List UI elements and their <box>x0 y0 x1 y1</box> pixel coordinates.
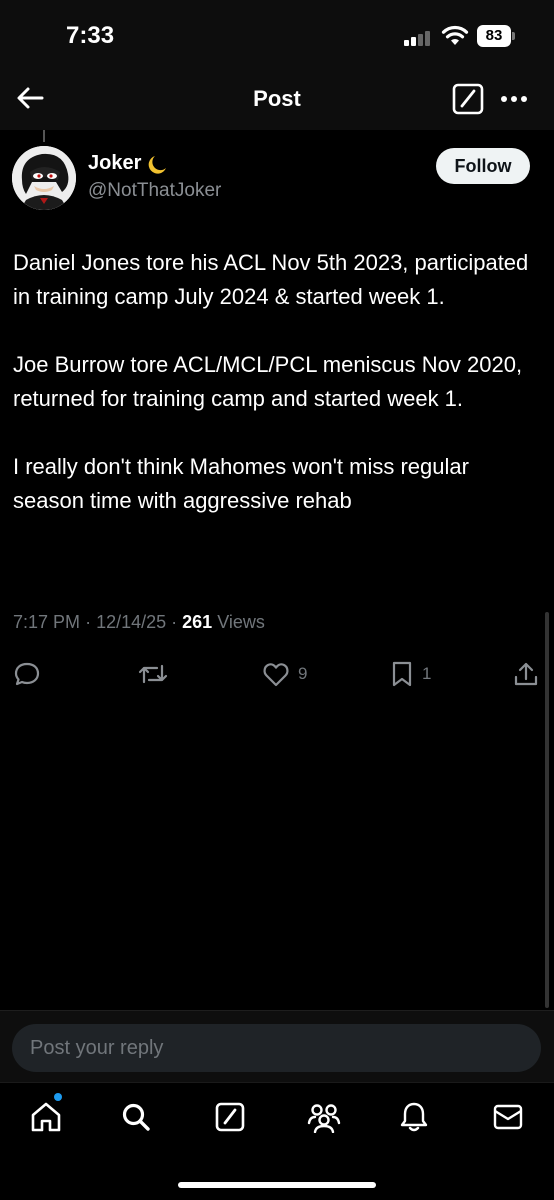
views-label: Views <box>217 612 265 632</box>
post-meta: 7:17 PM · 12/14/25 · 261 Views <box>13 612 265 632</box>
action-bar: 9 1 <box>0 656 554 692</box>
reply-button[interactable] <box>13 656 49 692</box>
scrollbar[interactable] <box>545 612 549 1008</box>
tab-notifications[interactable] <box>392 1095 436 1139</box>
back-button[interactable] <box>12 80 48 116</box>
thread-connector <box>43 130 45 142</box>
compose-icon <box>215 1102 245 1132</box>
back-arrow-icon <box>17 87 44 109</box>
author-name-text: Joker <box>88 152 142 174</box>
share-icon <box>514 662 538 686</box>
post-paragraph: Joe Burrow tore ACL/MCL/PCL meniscus Nov… <box>13 352 523 411</box>
post-body: Daniel Jones tore his ACL Nov 5th 2023, … <box>13 246 533 552</box>
signal-icon <box>404 30 434 46</box>
status-bar: 7:33 83 <box>0 0 554 70</box>
notification-dot <box>54 1093 62 1101</box>
tab-communities[interactable] <box>302 1095 346 1139</box>
communities-icon <box>307 1104 341 1133</box>
crescent-moon-icon <box>149 155 167 174</box>
like-count: 9 <box>298 664 308 683</box>
reply-icon <box>14 662 40 686</box>
more-icon <box>501 96 527 102</box>
tab-compose[interactable] <box>208 1095 252 1139</box>
search-icon <box>122 1103 150 1131</box>
tab-messages[interactable] <box>486 1095 530 1139</box>
top-region: 7:33 83 Post <box>0 0 554 130</box>
post-date: 12/14/25 <box>96 612 167 632</box>
bookmark-count: 1 <box>422 664 432 683</box>
post-paragraph: Daniel Jones tore his ACL Nov 5th 2023, … <box>13 250 529 309</box>
battery-icon: 83 <box>477 25 517 47</box>
reply-composer <box>0 1010 554 1082</box>
home-icon <box>31 1102 61 1132</box>
repost-button[interactable] <box>137 656 177 692</box>
tab-search[interactable] <box>114 1095 158 1139</box>
heart-icon <box>263 663 289 687</box>
notifications-icon <box>400 1102 428 1132</box>
repost-icon <box>138 664 168 684</box>
post-paragraph: I really don't think Mahomes won't miss … <box>13 454 469 513</box>
status-time: 7:33 <box>66 22 115 49</box>
bookmark-button[interactable]: 1 <box>390 656 431 692</box>
nav-bar: Post <box>0 72 554 128</box>
post-time: 7:17 PM <box>13 612 81 632</box>
bookmark-icon <box>392 661 412 687</box>
follow-button[interactable]: Follow <box>436 148 530 184</box>
author-name[interactable]: Joker <box>88 152 169 175</box>
tab-home[interactable] <box>24 1093 68 1139</box>
views-count[interactable]: 261 <box>182 612 212 632</box>
avatar[interactable] <box>12 146 76 210</box>
joker-avatar-icon <box>12 146 76 210</box>
battery-level: 83 <box>477 25 511 47</box>
more-button[interactable] <box>496 82 532 116</box>
share-button[interactable] <box>512 656 540 692</box>
author-handle[interactable]: @NotThatJoker <box>88 180 221 202</box>
compose-icon[interactable] <box>451 82 485 116</box>
reply-input[interactable] <box>12 1024 541 1072</box>
messages-icon <box>493 1104 523 1130</box>
like-button[interactable]: 9 <box>262 656 307 692</box>
wifi-icon <box>441 25 469 45</box>
home-indicator[interactable] <box>178 1182 376 1188</box>
